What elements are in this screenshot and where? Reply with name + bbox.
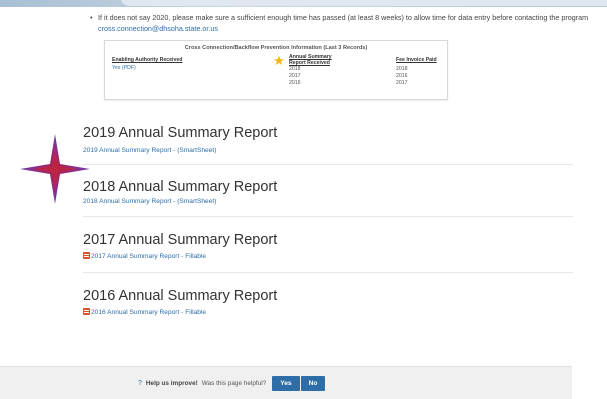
info-box-title: Cross Connection/Backflow Prevention Inf… xyxy=(184,45,368,51)
section-title: 2018 Annual Summary Report xyxy=(83,179,278,195)
report-link-2017[interactable]: 2017 Annual Summary Report - Fillable xyxy=(83,252,573,261)
section-2017-report: 2017 Annual Summary Report 2017 Annual S… xyxy=(83,231,573,261)
notice-bullet: • xyxy=(90,13,93,22)
report-link-2019[interactable]: 2019 Annual Summary Report - (SmartSheet… xyxy=(83,146,573,155)
report-year-3: 2016 xyxy=(289,80,301,86)
section-title: 2016 Annual Summary Report xyxy=(83,288,278,304)
report-link-2016[interactable]: 2016 Annual Summary Report - Fillable xyxy=(83,308,573,317)
cross-connection-info-box: Cross Connection/Backflow Prevention Inf… xyxy=(104,40,448,100)
report-year-2: 2017 xyxy=(289,73,301,79)
section-title: 2017 Annual Summary Report xyxy=(83,232,278,248)
pdf-icon xyxy=(83,308,90,315)
notice-text: If it does not say 2020, please make sur… xyxy=(98,13,589,22)
section-2019-report: 2019 Annual Summary Report 2019 Annual S… xyxy=(83,124,573,155)
notice-text-wrap: If it does not say 2020, please make sur… xyxy=(98,12,595,34)
section-divider xyxy=(83,164,573,165)
sparkle-icon xyxy=(20,134,90,204)
feedback-prompt-bold: Help us improve! xyxy=(145,379,198,387)
section-2016-report: 2016 Annual Summary Report 2016 Annual S… xyxy=(83,287,573,317)
fee-year-1: 2018 xyxy=(396,66,408,72)
pdf-icon xyxy=(83,252,90,259)
fee-year-3: 2017 xyxy=(396,80,408,86)
section-divider xyxy=(83,216,573,217)
feedback-bar: ? Help us improve! Was this page helpful… xyxy=(0,366,572,399)
contact-email-link[interactable]: cross.connection@dhsoha.state.or.us xyxy=(98,24,218,33)
report-link-2018[interactable]: 2018 Annual Summary Report - (SmartSheet… xyxy=(83,197,573,206)
header-annual-summary: Annual Summary Report Received xyxy=(289,54,332,66)
feedback-buttons: Yes No xyxy=(272,375,326,391)
star-icon: ★ xyxy=(273,53,285,68)
no-button[interactable]: No xyxy=(300,375,326,391)
question-icon: ? xyxy=(138,379,142,387)
section-2018-report: 2018 Annual Summary Report 2018 Annual S… xyxy=(83,178,573,206)
report-year-1: 2018 xyxy=(289,66,301,72)
feedback-prompt: Was this page helpful? xyxy=(201,379,267,387)
authority-pdf-link[interactable]: Yes (PDF) xyxy=(112,65,136,72)
header-enabling-authority: Enabling Authority Received xyxy=(112,57,183,63)
report-link-2016-label: 2016 Annual Summary Report - Fillable xyxy=(91,309,207,316)
yes-button[interactable]: Yes xyxy=(272,375,300,391)
report-link-2017-label: 2017 Annual Summary Report - Fillable xyxy=(91,253,207,260)
feedback-content: ? Help us improve! Was this page helpful… xyxy=(138,375,326,391)
section-title: 2019 Annual Summary Report xyxy=(83,125,278,141)
section-divider xyxy=(83,272,573,273)
fee-year-2: 2016 xyxy=(396,73,408,79)
notice-paragraph: • If it does not say 2020, please make s… xyxy=(90,12,595,34)
header-fee-invoice: Fee Invoice Paid xyxy=(396,57,437,63)
top-banner-curve xyxy=(120,0,607,6)
